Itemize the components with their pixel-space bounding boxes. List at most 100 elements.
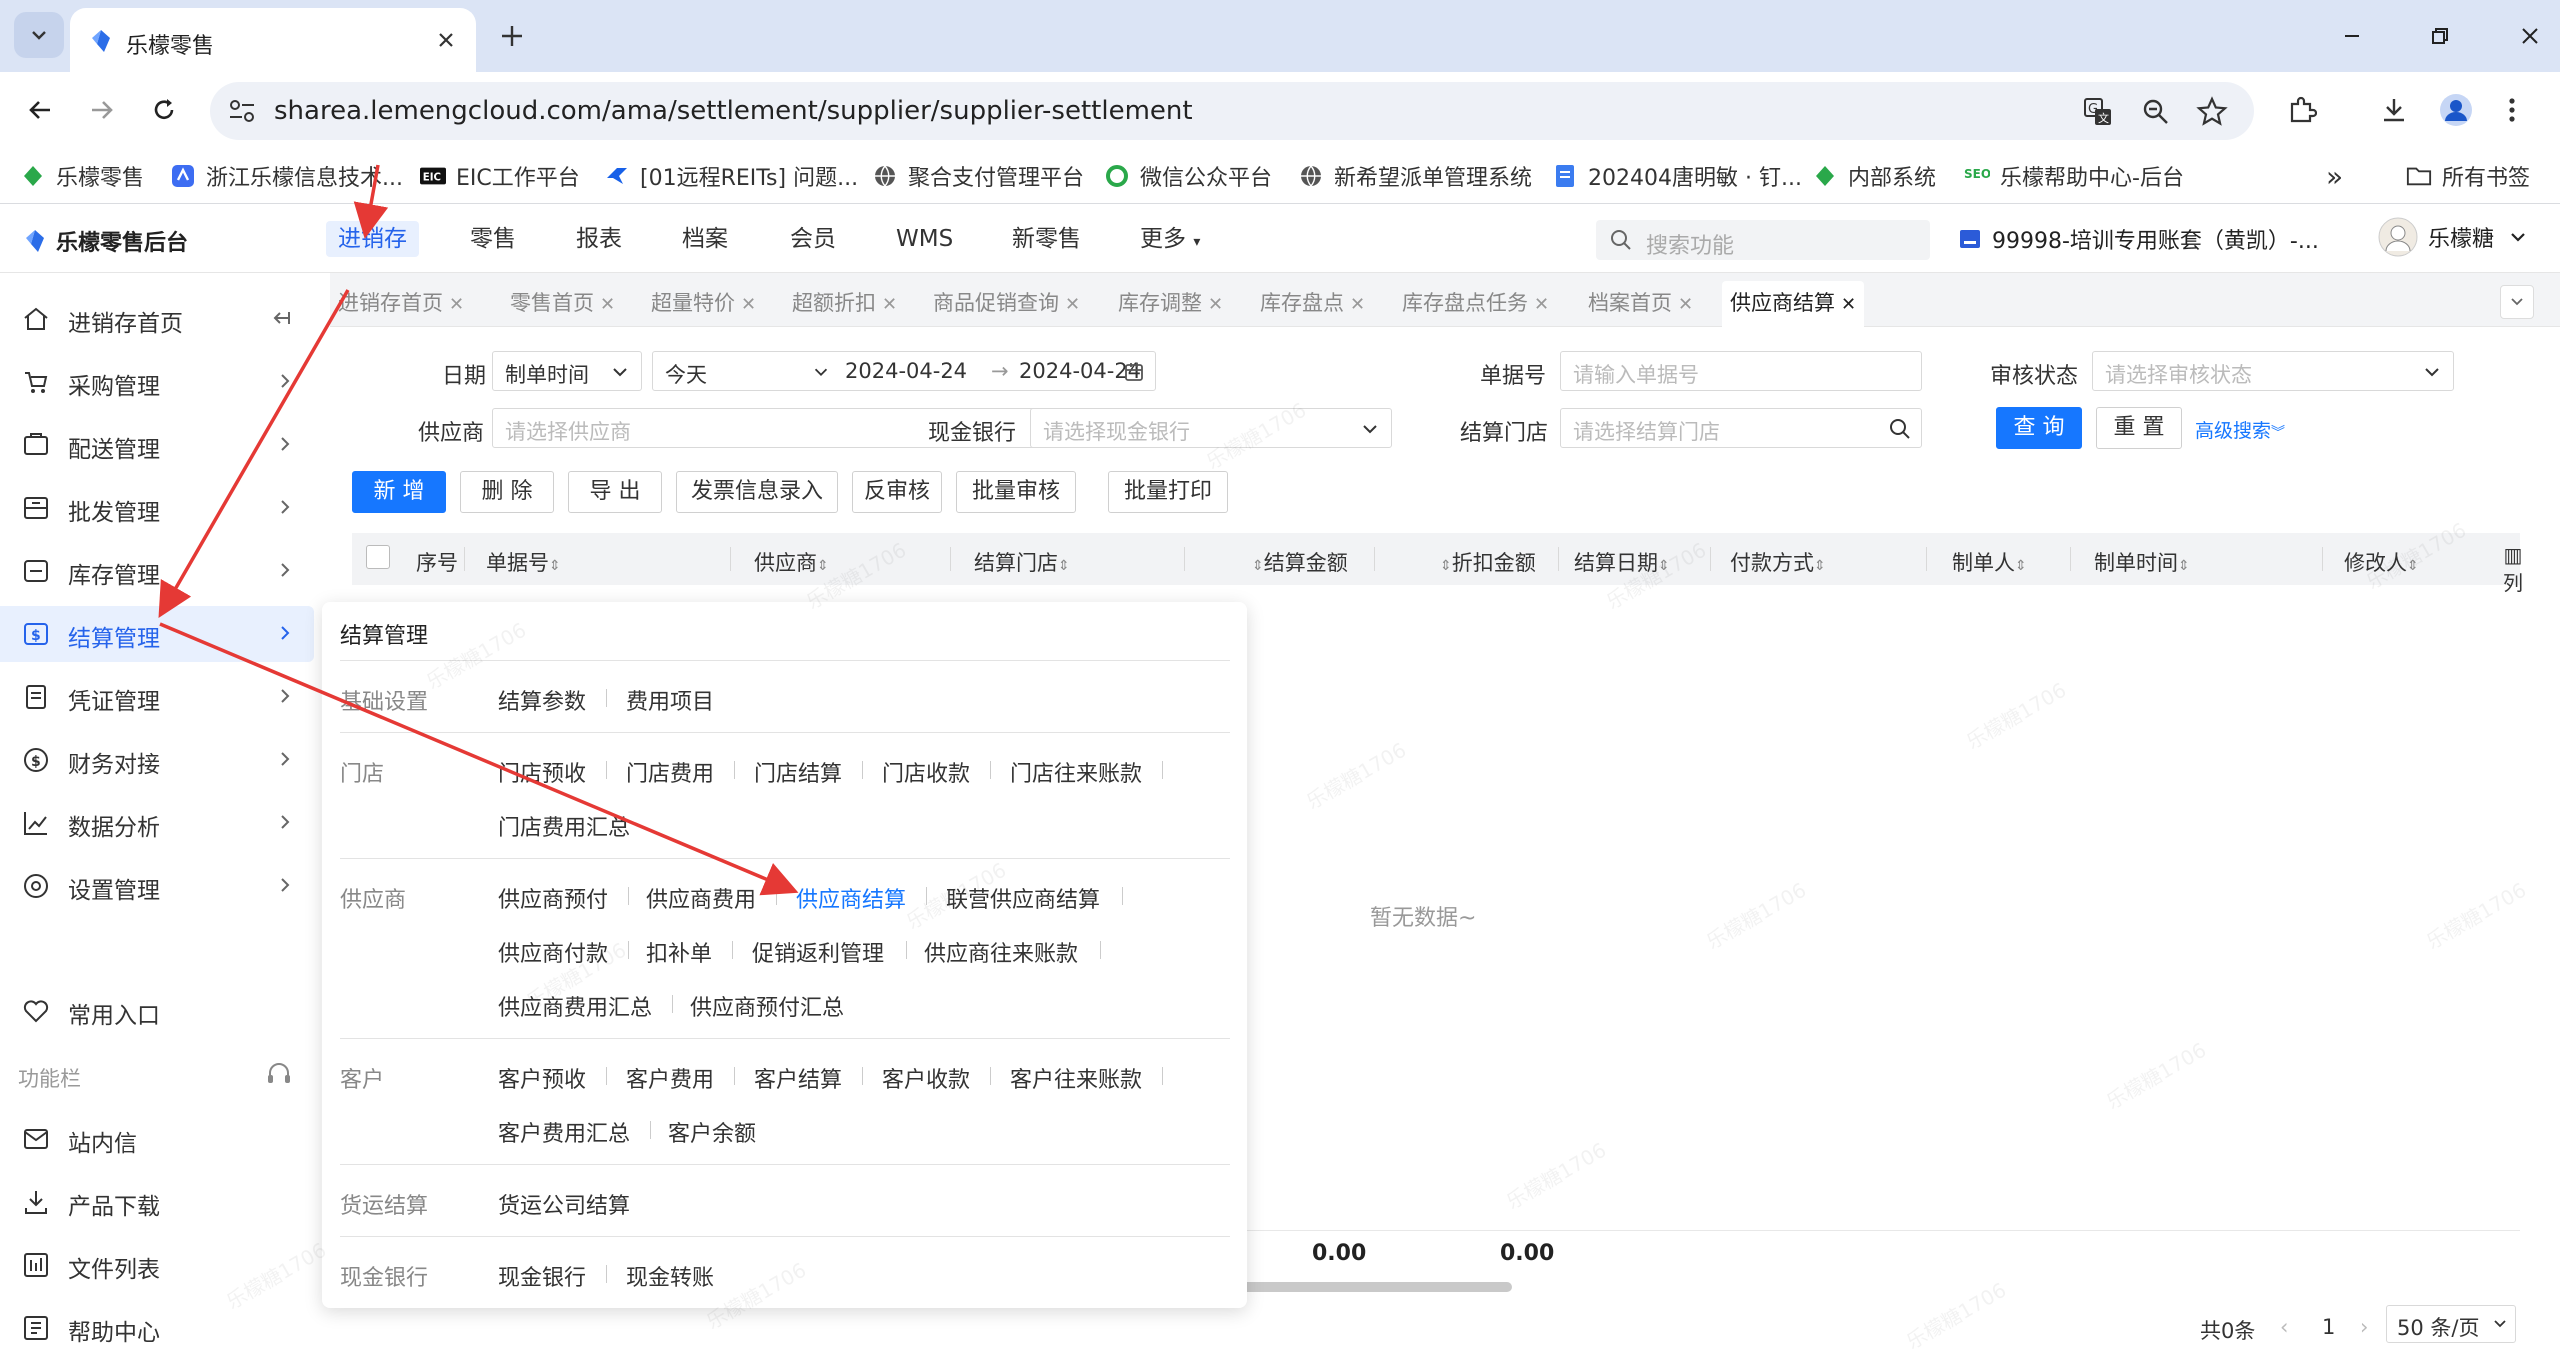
col-discount[interactable]: ⇕折扣金额: [1440, 547, 1536, 577]
page-tab[interactable]: 库存盘点 ✕: [1252, 281, 1373, 327]
sidebar-item-finance[interactable]: $ 财务对接: [0, 732, 314, 788]
nav-jinxiaocun[interactable]: 进销存: [326, 221, 419, 257]
sidebar-item-messages[interactable]: 站内信: [0, 1111, 314, 1167]
menu-link[interactable]: 客户收款: [882, 1062, 970, 1094]
menu-link[interactable]: 供应商预付汇总: [690, 990, 844, 1022]
page-tab[interactable]: 库存调整 ✕: [1110, 281, 1231, 327]
menu-link[interactable]: 门店往来账款: [1010, 756, 1142, 788]
bookmark-item[interactable]: EIC EIC工作平台: [420, 160, 580, 192]
menu-link[interactable]: 门店结算: [754, 756, 842, 788]
browser-menu-button[interactable]: [2490, 88, 2534, 132]
user-menu[interactable]: 乐檬糖: [2378, 217, 2528, 257]
bookmark-item[interactable]: 内部系统: [1812, 160, 1936, 192]
unaudit-button[interactable]: 反审核: [852, 471, 942, 513]
bookmarks-overflow[interactable]: »: [2326, 160, 2343, 193]
col-date[interactable]: 结算日期⇕: [1574, 547, 1670, 577]
sidebar-item-home[interactable]: 进销存首页: [0, 291, 314, 347]
delete-button[interactable]: 删 除: [460, 471, 554, 513]
sidebar-item-inventory[interactable]: 库存管理: [0, 543, 314, 599]
menu-link[interactable]: 客户往来账款: [1010, 1062, 1142, 1094]
nav-retail[interactable]: 零售: [458, 221, 528, 257]
menu-link[interactable]: 促销返利管理: [752, 936, 884, 968]
menu-link[interactable]: 门店收款: [882, 756, 970, 788]
menu-link[interactable]: 现金转账: [626, 1260, 714, 1292]
nav-report[interactable]: 报表: [564, 221, 634, 257]
advanced-search-link[interactable]: 高级搜索︾: [2195, 416, 2285, 443]
batch-audit-button[interactable]: 批量审核: [956, 471, 1076, 513]
invoice-entry-button[interactable]: 发票信息录入: [676, 471, 838, 513]
nav-more[interactable]: 更多 ▾: [1128, 221, 1212, 257]
close-icon[interactable]: [432, 26, 460, 54]
nav-new-retail[interactable]: 新零售: [1000, 221, 1093, 257]
date-type-select[interactable]: 制单时间: [492, 351, 642, 391]
menu-link[interactable]: 扣补单: [646, 936, 712, 968]
function-search-input[interactable]: 搜索功能: [1596, 220, 1930, 260]
bookmark-item[interactable]: 202404唐明敏 · 钉...: [1552, 160, 1802, 192]
sidebar-item-common[interactable]: 常用入口: [0, 983, 314, 1039]
page-tab[interactable]: 库存盘点任务 ✕: [1394, 281, 1557, 327]
menu-link[interactable]: 费用项目: [626, 684, 714, 716]
menu-link[interactable]: 现金银行: [498, 1260, 586, 1292]
headset-icon[interactable]: [264, 1059, 294, 1089]
col-doc-no[interactable]: 单据号⇕: [486, 547, 561, 577]
page-tab[interactable]: 进销存首页 ✕: [330, 281, 472, 327]
menu-link[interactable]: 货运公司结算: [498, 1188, 630, 1220]
bookmark-item[interactable]: 浙江乐檬信息技术...: [170, 160, 403, 192]
forward-button[interactable]: [80, 88, 124, 132]
col-payment[interactable]: 付款方式⇕: [1730, 547, 1826, 577]
select-all-checkbox[interactable]: [366, 545, 390, 569]
pagination-page[interactable]: 1: [2322, 1315, 2335, 1339]
sidebar-item-analytics[interactable]: 数据分析: [0, 795, 314, 851]
audit-status-select[interactable]: 请选择审核状态: [2092, 351, 2454, 391]
sidebar-item-wholesale[interactable]: 批发管理: [0, 480, 314, 536]
nav-archive[interactable]: 档案: [670, 221, 740, 257]
sidebar-item-voucher[interactable]: 凭证管理: [0, 669, 314, 725]
nav-wms[interactable]: WMS: [884, 221, 965, 257]
zoom-icon[interactable]: [2140, 96, 2172, 128]
menu-link[interactable]: 客户预收: [498, 1062, 586, 1094]
menu-link[interactable]: 门店费用汇总: [498, 810, 630, 842]
menu-link[interactable]: 门店预收: [498, 756, 586, 788]
all-bookmarks[interactable]: 所有书签: [2406, 160, 2530, 192]
browser-tab-active[interactable]: 乐檬零售: [70, 8, 476, 72]
page-size-select[interactable]: 50 条/页: [2386, 1305, 2516, 1343]
site-settings-icon[interactable]: [224, 94, 260, 128]
export-button[interactable]: 导 出: [568, 471, 662, 513]
tabs-dropdown-button[interactable]: [2500, 285, 2534, 319]
extensions-button[interactable]: [2280, 88, 2324, 132]
reset-button[interactable]: 重 置: [2096, 407, 2182, 449]
page-tab[interactable]: 商品促销查询 ✕: [925, 281, 1088, 327]
prev-page-icon[interactable]: ‹: [2280, 1315, 2288, 1339]
sidebar-item-settlement[interactable]: $ 结算管理: [0, 606, 314, 662]
page-tab[interactable]: 超量特价 ✕: [643, 281, 764, 327]
sidebar-item-distribution[interactable]: 配送管理: [0, 417, 314, 473]
menu-link[interactable]: 客户费用: [626, 1062, 714, 1094]
column-settings-button[interactable]: ▥ 列: [2498, 541, 2528, 597]
profile-button[interactable]: [2434, 88, 2478, 132]
sidebar-item-settings[interactable]: 设置管理: [0, 858, 314, 914]
minimize-button[interactable]: [2330, 14, 2374, 58]
translate-icon[interactable]: G文: [2082, 96, 2114, 128]
star-icon[interactable]: [2196, 96, 2228, 128]
bookmark-item[interactable]: 新希望派单管理系统: [1298, 160, 1532, 192]
doc-no-input[interactable]: 请输入单据号: [1560, 351, 1922, 391]
menu-link[interactable]: 供应商付款: [498, 936, 608, 968]
menu-link[interactable]: 供应商费用汇总: [498, 990, 652, 1022]
menu-link[interactable]: 供应商费用: [646, 882, 756, 914]
col-created-time[interactable]: 制单时间⇕: [2094, 547, 2190, 577]
back-button[interactable]: [18, 88, 62, 132]
col-amount[interactable]: ⇕结算金额: [1252, 547, 1348, 577]
window-close-button[interactable]: [2508, 14, 2552, 58]
menu-link[interactable]: 客户结算: [754, 1062, 842, 1094]
page-tab[interactable]: 零售首页 ✕: [502, 281, 623, 327]
bookmark-item[interactable]: SEO 乐檬帮助中心-后台: [1964, 160, 2184, 192]
page-tab[interactable]: 超额折扣 ✕: [784, 281, 905, 327]
account-selector[interactable]: 99998-培训专用账套（黄凯）-...: [1958, 223, 2319, 255]
next-page-icon[interactable]: ›: [2360, 1315, 2368, 1339]
menu-link[interactable]: 门店费用: [626, 756, 714, 788]
nav-member[interactable]: 会员: [778, 221, 848, 257]
download-button[interactable]: [2372, 88, 2416, 132]
date-range-picker[interactable]: 今天 2024-04-24 → 2024-04-24: [652, 351, 1156, 391]
col-modifier[interactable]: 修改人⇕: [2344, 547, 2419, 577]
bookmark-item[interactable]: 聚合支付管理平台: [872, 160, 1084, 192]
